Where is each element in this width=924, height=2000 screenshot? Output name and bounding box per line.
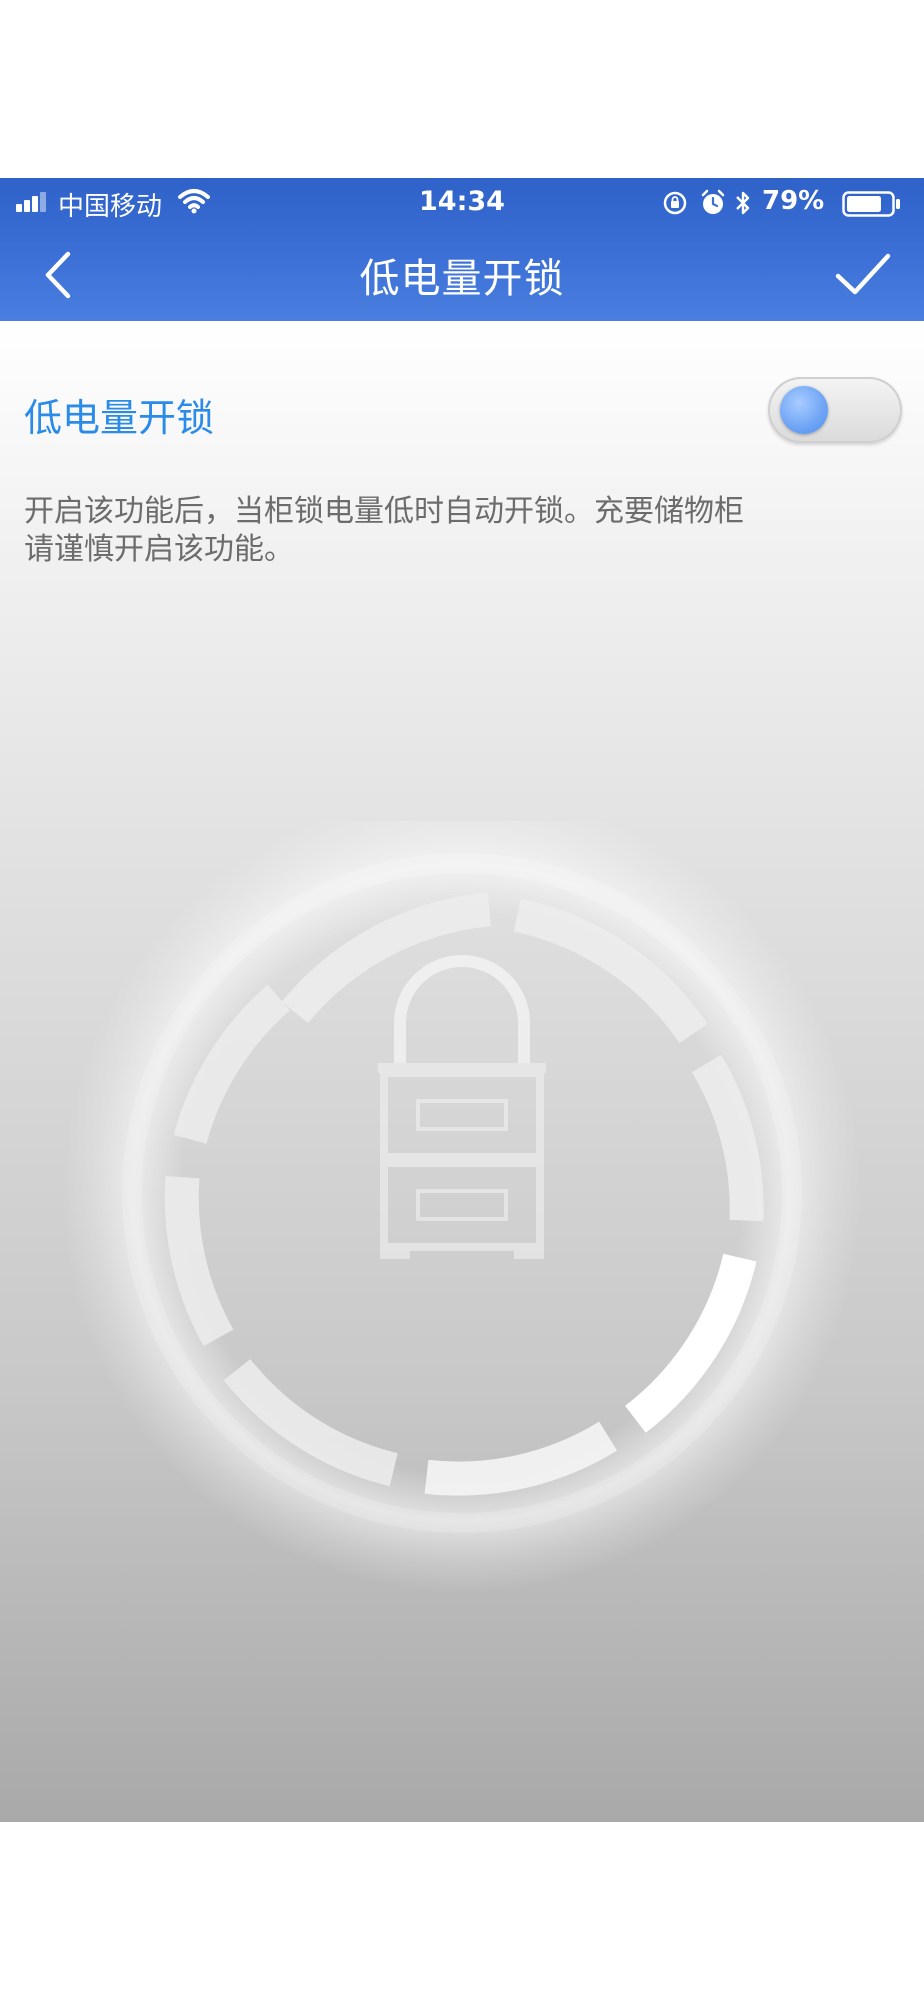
page-title: 低电量开锁 [359, 256, 565, 302]
app-screen: 中国移动 14:34 79% 低电量开锁 低电量开锁 开启该功能后，当柜锁电量低… [0, 178, 924, 1822]
nav-bar: 低电量开锁 [0, 226, 924, 321]
low-battery-unlock-toggle[interactable] [768, 377, 902, 443]
alarm-icon [701, 189, 725, 214]
toggle-knob [780, 386, 828, 434]
low-battery-unlock-label: 低电量开锁 [24, 396, 215, 440]
settings-content: 低电量开锁 开启该功能后，当柜锁电量低时自动开锁。充要储物柜请谨慎开启该功能。 [0, 321, 924, 1822]
header: 中国移动 14:34 79% 低电量开锁 [0, 178, 924, 321]
setting-description: 开启该功能后，当柜锁电量低时自动开锁。充要储物柜请谨慎开启该功能。 [24, 494, 744, 567]
bluetooth-icon [736, 191, 750, 215]
rotation-lock-icon [663, 191, 687, 215]
battery-icon [842, 191, 900, 217]
checkmark-icon [835, 253, 891, 295]
battery-percent: 79% [762, 186, 825, 216]
battery-fill [847, 196, 881, 212]
status-bar: 中国移动 14:34 79% [0, 178, 924, 226]
cabinet-lock-illustration [62, 821, 862, 1593]
status-right-group: 79% [662, 186, 912, 220]
confirm-button[interactable] [830, 242, 896, 308]
